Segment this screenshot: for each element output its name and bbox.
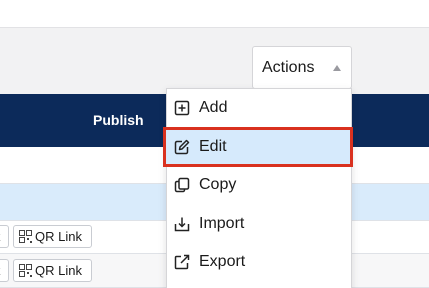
qr-link-button[interactable]: QR Link xyxy=(13,225,92,248)
menu-item-label: Export xyxy=(199,253,246,270)
qr-link-label: QR Link xyxy=(35,229,82,244)
menu-item-edit[interactable]: Edit xyxy=(163,127,353,167)
qr-link-label: QR Link xyxy=(35,263,82,278)
qr-link-button[interactable]: QR Link xyxy=(13,259,92,282)
top-bar xyxy=(0,0,429,28)
menu-item-export[interactable]: Export xyxy=(167,243,351,281)
link-text-partial: k xyxy=(0,229,1,244)
actions-label: Actions xyxy=(262,58,315,76)
edit-icon xyxy=(174,139,190,155)
caret-up-icon xyxy=(333,65,341,71)
qr-code-icon xyxy=(19,230,32,243)
export-icon xyxy=(174,254,190,270)
row-action-button[interactable]: k xyxy=(0,259,9,282)
column-header-publish: Publish xyxy=(93,112,144,128)
menu-item-import[interactable]: Import xyxy=(167,205,351,243)
plus-square-icon xyxy=(174,100,190,116)
menu-item-label: Edit xyxy=(199,138,227,155)
actions-dropdown-button[interactable]: Actions xyxy=(252,46,352,89)
copy-icon xyxy=(174,177,190,193)
link-text-partial: k xyxy=(0,263,1,278)
import-icon xyxy=(174,217,190,232)
qr-code-icon xyxy=(19,264,32,277)
page: Actions Publish k QR Link xyxy=(0,0,429,288)
menu-item-label: Add xyxy=(199,99,228,116)
row-action-button[interactable]: k xyxy=(0,225,9,248)
menu-item-add[interactable]: Add xyxy=(167,89,351,127)
menu-item-label: Import xyxy=(199,215,245,232)
menu-item-label: Copy xyxy=(199,176,237,193)
actions-menu: Add Edit Copy Import Export xyxy=(163,88,353,288)
menu-item-copy[interactable]: Copy xyxy=(167,166,351,204)
